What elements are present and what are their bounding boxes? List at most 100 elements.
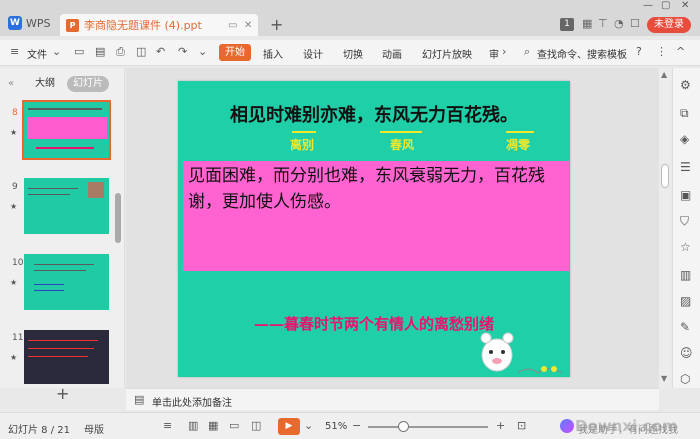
login-button[interactable]: 未登录 [647, 17, 691, 33]
zoom-in-icon[interactable]: + [496, 419, 505, 432]
star-icon: ★ [10, 128, 18, 137]
notes-placeholder[interactable]: 单击此处添加备注 [152, 394, 232, 409]
print-icon[interactable]: ⎙ [116, 45, 125, 59]
notes-bar[interactable]: ▤ 单击此处添加备注 [126, 388, 659, 410]
play-options-icon[interactable]: ⌄ [304, 419, 313, 432]
search-command-input[interactable]: 查找命令、搜索模板 [537, 46, 627, 61]
monitor-icon[interactable]: ▭ [228, 20, 237, 31]
help-icon[interactable]: ? [636, 45, 642, 58]
assistant-icon[interactable] [560, 419, 574, 433]
wps-home-tab[interactable]: W WPS [4, 12, 56, 34]
gift-icon[interactable]: ☐ [630, 17, 640, 30]
scroll-down-icon[interactable]: ▼ [661, 374, 667, 383]
canvas-scrollbar[interactable]: ▲ ▼ [659, 68, 671, 388]
page-badge[interactable]: 1 [560, 18, 574, 31]
tab-transition[interactable]: 切换 [343, 46, 363, 61]
keyword-underline [506, 131, 534, 133]
document-tab[interactable]: P 李商隐无题课件 (4).ppt ▭ ✕ [60, 14, 258, 36]
skin-icon[interactable]: ▦ [582, 17, 592, 30]
redo-icon[interactable]: ↷ [178, 45, 187, 58]
new-doc-icon[interactable]: ▭ [74, 45, 84, 58]
present-icon[interactable]: ◫ [251, 419, 261, 432]
zoom-out-icon[interactable]: − [352, 419, 361, 432]
hamburger-icon[interactable]: ≡ [10, 45, 19, 58]
copy-icon[interactable]: ⧉ [680, 106, 689, 121]
maximize-icon[interactable]: ▢ [661, 0, 670, 11]
tab-design[interactable]: 设计 [303, 46, 323, 61]
slide-counter: 幻灯片 8 / 21 [8, 425, 70, 436]
sorter-view-icon[interactable]: ▦ [208, 419, 218, 432]
undo-icon[interactable]: ↶ [156, 45, 165, 58]
book-icon[interactable]: ▥ [680, 268, 691, 282]
list-view-icon[interactable]: ≡ [163, 419, 172, 432]
reading-view-icon[interactable]: ▭ [229, 419, 239, 432]
canvas-scroll-thumb[interactable] [661, 164, 669, 188]
keyword-underline [292, 131, 316, 133]
play-button[interactable]: ▶ [278, 418, 300, 435]
normal-view-icon[interactable]: ▥ [188, 419, 198, 432]
slide-thumbnail-10[interactable] [24, 254, 109, 310]
more-chevron-icon[interactable]: ⌄ [198, 45, 207, 58]
zoom-slider[interactable] [368, 426, 488, 428]
tab-start[interactable]: 开始 [219, 44, 251, 61]
ppt-file-icon: P [66, 18, 79, 32]
minimize-icon[interactable]: — [643, 0, 653, 11]
mascot-image [480, 332, 514, 372]
keyword-spring-wind[interactable]: 春风 [390, 136, 414, 153]
keyword-withering[interactable]: 凋零 [506, 136, 530, 153]
add-tab-icon[interactable]: + [270, 15, 283, 34]
slide-canvas: 相见时难别亦难，东风无力百花残。 离别 春风 凋零 见面困难，而分别也难，东风衰… [126, 68, 659, 388]
master-button[interactable]: 母版 [84, 421, 104, 436]
translation-box[interactable]: 见面困难，而分别也难，东风衰弱无力，百花残谢，更加使人伤感。 [183, 161, 569, 271]
save-icon[interactable]: ▤ [95, 45, 105, 58]
tab-slides[interactable]: 幻灯片 [67, 76, 109, 92]
tab-outline[interactable]: 大纲 [30, 76, 60, 92]
pen-icon[interactable]: ✎ [680, 320, 690, 334]
translation-text: 见面困难，而分别也难，东风衰弱无力，百花残谢，更加使人伤感。 [188, 166, 545, 212]
robot-icon[interactable]: ☺ [680, 346, 693, 360]
tab-slideshow[interactable]: 幻灯片放映 [422, 46, 472, 61]
shirt-icon[interactable]: ⊤ [598, 17, 608, 30]
thumb-number: 10 [12, 258, 24, 268]
add-slide-icon[interactable]: + [56, 384, 69, 403]
gear-icon[interactable]: ⚙ [680, 78, 691, 92]
thumb-number: 8 [12, 108, 18, 118]
document-title: 李商隐无题课件 (4).ppt [84, 19, 202, 32]
slide-thumbnail-11[interactable] [24, 330, 109, 384]
slide-thumbnail-9[interactable] [24, 178, 109, 234]
scroll-right-icon[interactable]: › [502, 45, 506, 58]
tab-review[interactable]: 审 [489, 46, 499, 61]
star-outline-icon[interactable]: ☆ [680, 240, 691, 254]
layout-icon[interactable]: ▣ [680, 188, 691, 202]
shield-icon[interactable]: ⛉ [680, 214, 689, 229]
slide-thumbnail-8[interactable] [22, 100, 111, 160]
close-window-icon[interactable]: ✕ [681, 0, 689, 11]
collapse-ribbon-icon[interactable]: ^ [676, 45, 685, 58]
hexagon-icon[interactable]: ⬡ [680, 372, 690, 386]
zoom-level[interactable]: 51% [325, 421, 347, 432]
scroll-up-icon[interactable]: ▲ [661, 70, 667, 79]
close-tab-icon[interactable]: ✕ [244, 20, 252, 31]
shapes-icon[interactable]: ◈ [680, 132, 689, 146]
tab-animation[interactable]: 动画 [382, 46, 402, 61]
app-name: WPS [26, 16, 51, 30]
wps-logo-icon: W [8, 16, 22, 30]
zoom-slider-knob[interactable] [398, 421, 409, 432]
bell-icon[interactable]: ◔ [614, 17, 624, 30]
image-icon[interactable]: ▨ [680, 294, 691, 308]
tab-insert[interactable]: 插入 [263, 46, 283, 61]
preview-icon[interactable]: ◫ [136, 45, 146, 58]
keyword-parting[interactable]: 离别 [290, 136, 314, 153]
current-slide[interactable]: 相见时难别亦难，东风无力百花残。 离别 春风 凋零 见面困难，而分别也难，东风衰… [178, 81, 570, 377]
site-watermark: Downxi.com [575, 417, 678, 435]
title-bar: W WPS P 李商隐无题课件 (4).ppt ▭ ✕ + 1 ▦ ⊤ ◔ ☐ … [0, 0, 700, 36]
sliders-icon[interactable]: ☰ [680, 160, 691, 174]
collapse-panel-icon[interactable]: « [5, 76, 17, 92]
star-icon: ★ [10, 353, 18, 362]
chevron-down-icon[interactable]: ⌄ [52, 45, 61, 58]
file-menu[interactable]: 文件 [27, 46, 47, 61]
fit-window-icon[interactable]: ⊡ [517, 419, 526, 432]
slide-title[interactable]: 相见时难别亦难，东风无力百花残。 [178, 101, 570, 127]
panel-scrollbar[interactable] [115, 193, 121, 243]
more-options-icon[interactable]: ⋮ [656, 45, 667, 58]
